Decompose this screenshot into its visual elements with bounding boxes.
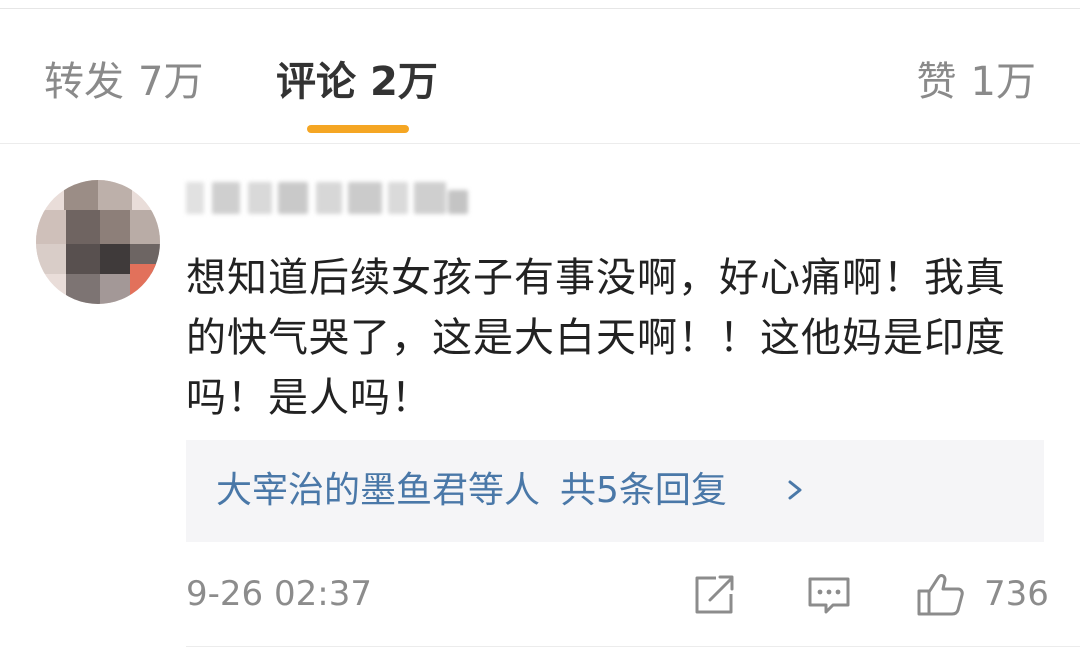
avatar[interactable]: [36, 180, 160, 304]
active-tab-indicator: [307, 125, 409, 133]
tab-repost[interactable]: 转发 7万: [44, 59, 203, 105]
share-edit-icon[interactable]: [692, 570, 736, 618]
replies-preview[interactable]: 大宰治的墨鱼君等人 共5条回复: [186, 440, 1044, 542]
tab-like[interactable]: 赞 1万: [917, 59, 1036, 105]
chevron-right-icon: [788, 480, 802, 500]
thumbs-up-icon[interactable]: [916, 570, 966, 618]
tab-comment[interactable]: 评论 2万: [276, 59, 438, 105]
tab-like-count: 1万: [970, 59, 1036, 105]
comment-panel: 转发 7万 评论 2万 赞 1万 想知道后续女孩子有事没啊，好心痛啊！我真的快气…: [0, 0, 1080, 650]
comment-bubble-icon[interactable]: [806, 570, 852, 618]
tabs-bar: 转发 7万 评论 2万 赞 1万: [0, 9, 1080, 144]
like-count: 736: [984, 574, 1049, 614]
tab-comment-count: 2万: [370, 59, 438, 105]
tab-like-label: 赞: [916, 59, 957, 105]
tabs-divider: [0, 143, 1080, 144]
tab-repost-count: 7万: [138, 59, 204, 105]
replies-names: 大宰治的墨鱼君等人: [216, 470, 541, 511]
replies-text: 大宰治的墨鱼君等人 共5条回复: [216, 468, 727, 514]
tab-comment-label: 评论: [276, 59, 356, 105]
tab-repost-label: 转发: [44, 59, 124, 105]
replies-count: 共5条回复: [560, 470, 727, 511]
comment-body: 想知道后续女孩子有事没啊，好心痛啊！我真的快气哭了，这是大白天啊！！这他妈是印度…: [186, 255, 1006, 421]
comment-timestamp: 9-26 02:37: [186, 574, 372, 614]
comment-divider: [186, 646, 1080, 647]
username-redacted[interactable]: [186, 182, 468, 218]
